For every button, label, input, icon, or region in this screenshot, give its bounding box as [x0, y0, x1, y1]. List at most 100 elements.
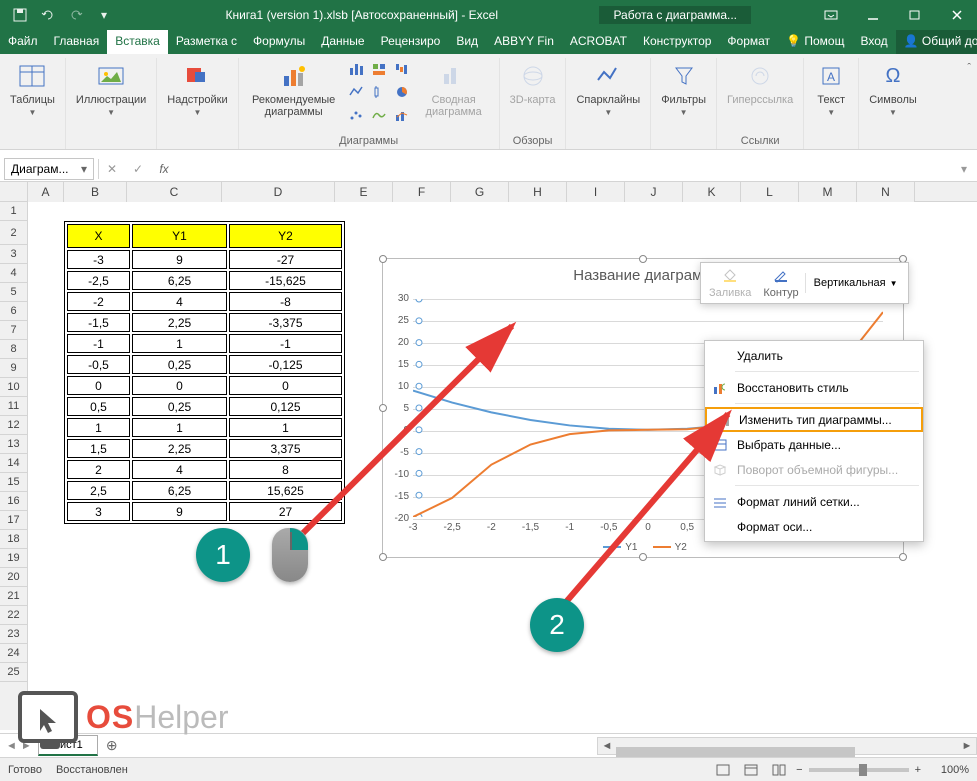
tab-format[interactable]: Формат — [719, 30, 778, 54]
table-cell[interactable]: -15,625 — [229, 271, 342, 290]
table-cell[interactable]: 0,25 — [132, 397, 227, 416]
sheet-prev-icon[interactable]: ◄ — [6, 740, 17, 752]
row-header[interactable]: 8 — [0, 340, 27, 359]
row-header[interactable]: 13 — [0, 435, 27, 454]
tab-home[interactable]: Главная — [46, 30, 108, 54]
table-cell[interactable]: 1,5 — [67, 439, 130, 458]
table-cell[interactable]: -8 — [229, 292, 342, 311]
row-header[interactable]: 15 — [0, 473, 27, 492]
row-header[interactable]: 14 — [0, 454, 27, 473]
table-cell[interactable]: -27 — [229, 250, 342, 269]
tab-review[interactable]: Рецензиро — [373, 30, 449, 54]
row-header[interactable]: 25 — [0, 663, 27, 682]
3d-map-button[interactable]: 3D-карта — [506, 58, 560, 108]
view-layout-icon[interactable] — [740, 761, 762, 779]
close-icon[interactable] — [937, 1, 977, 29]
pivot-chart-button[interactable]: Сводная диаграмма — [415, 58, 493, 120]
column-header[interactable]: G — [451, 182, 509, 202]
tab-insert[interactable]: Вставка — [107, 30, 168, 54]
formula-input[interactable] — [177, 158, 951, 180]
chart-pie-icon[interactable] — [391, 81, 413, 103]
accept-formula-icon[interactable]: ✓ — [125, 158, 151, 180]
column-header[interactable]: M — [799, 182, 857, 202]
chart-hierarchy-icon[interactable] — [368, 58, 390, 80]
chevron-down-icon[interactable]: ▾ — [81, 162, 87, 176]
chart-waterfall-icon[interactable] — [391, 58, 413, 80]
table-cell[interactable]: -1,5 — [67, 313, 130, 332]
tab-designer[interactable]: Конструктор — [635, 30, 719, 54]
row-header[interactable]: 4 — [0, 264, 27, 283]
addins-button[interactable]: Надстройки ▼ — [163, 58, 231, 119]
row-header[interactable]: 18 — [0, 530, 27, 549]
chart-surface-icon[interactable] — [368, 104, 390, 126]
column-header[interactable]: F — [393, 182, 451, 202]
tab-acrobat[interactable]: ACROBAT — [562, 30, 635, 54]
fx-icon[interactable]: fx — [151, 158, 177, 180]
table-cell[interactable]: 6,25 — [132, 271, 227, 290]
table-cell[interactable]: 1 — [67, 418, 130, 437]
collapse-ribbon-icon[interactable]: ˆ — [961, 58, 977, 149]
column-header[interactable]: A — [28, 182, 64, 202]
row-header[interactable]: 21 — [0, 587, 27, 606]
view-pagebreak-icon[interactable] — [768, 761, 790, 779]
row-header[interactable]: 10 — [0, 378, 27, 397]
column-header[interactable]: J — [625, 182, 683, 202]
tab-file[interactable]: Файл — [0, 30, 46, 54]
table-cell[interactable]: 2 — [67, 460, 130, 479]
chart-scatter-icon[interactable] — [345, 104, 367, 126]
save-icon[interactable] — [8, 3, 32, 27]
column-header[interactable]: C — [127, 182, 222, 202]
row-header[interactable]: 2 — [0, 221, 27, 245]
hyperlink-button[interactable]: Гиперссылка — [723, 58, 797, 108]
row-header[interactable]: 24 — [0, 644, 27, 663]
table-cell[interactable]: 2,25 — [132, 313, 227, 332]
expand-formula-icon[interactable]: ▾ — [951, 158, 977, 180]
ctx-delete[interactable]: Удалить — [705, 343, 923, 368]
zoom-slider[interactable] — [809, 768, 909, 772]
tab-abbyy[interactable]: ABBYY Fin — [486, 30, 562, 54]
table-cell[interactable]: 2,25 — [132, 439, 227, 458]
table-cell[interactable]: -0,5 — [67, 355, 130, 374]
chart-statistic-icon[interactable] — [368, 81, 390, 103]
zoom-out-icon[interactable]: − — [796, 764, 802, 776]
row-header[interactable]: 12 — [0, 416, 27, 435]
table-cell[interactable]: -1 — [67, 334, 130, 353]
row-header[interactable]: 23 — [0, 625, 27, 644]
name-box[interactable]: Диаграм... ▾ — [4, 158, 94, 180]
scroll-left-icon[interactable]: ◄ — [598, 740, 616, 752]
column-header[interactable]: N — [857, 182, 915, 202]
table-cell[interactable]: -3 — [67, 250, 130, 269]
cancel-formula-icon[interactable]: ✕ — [99, 158, 125, 180]
outline-button[interactable]: Контур — [757, 265, 804, 301]
table-cell[interactable]: 1 — [132, 418, 227, 437]
tab-formulas[interactable]: Формулы — [245, 30, 313, 54]
redo-icon[interactable] — [64, 3, 88, 27]
column-header[interactable]: L — [741, 182, 799, 202]
tab-data[interactable]: Данные — [313, 30, 372, 54]
zoom-value[interactable]: 100% — [927, 764, 969, 776]
table-cell[interactable]: 6,25 — [132, 481, 227, 500]
chart-line-icon[interactable] — [345, 81, 367, 103]
tab-login[interactable]: Вход — [852, 30, 895, 54]
table-cell[interactable]: 4 — [132, 292, 227, 311]
axis-type-dropdown[interactable]: Вертикальная ▼ — [805, 273, 906, 293]
select-all-corner[interactable] — [0, 182, 28, 201]
cells-area[interactable]: X Y1 Y2 -39-27-2,56,25-15,625-24-8-1,52,… — [28, 202, 977, 730]
chart-column-icon[interactable] — [345, 58, 367, 80]
table-cell[interactable]: 0 — [132, 376, 227, 395]
column-header[interactable]: D — [222, 182, 335, 202]
table-cell[interactable]: 4 — [132, 460, 227, 479]
filters-button[interactable]: Фильтры ▼ — [657, 58, 710, 119]
table-cell[interactable]: 0,5 — [67, 397, 130, 416]
column-header[interactable]: I — [567, 182, 625, 202]
minimize-icon[interactable] — [853, 1, 893, 29]
table-cell[interactable]: 2,5 — [67, 481, 130, 500]
maximize-icon[interactable] — [895, 1, 935, 29]
column-header[interactable]: K — [683, 182, 741, 202]
table-cell[interactable]: 0,25 — [132, 355, 227, 374]
table-cell[interactable]: 9 — [132, 250, 227, 269]
scroll-right-icon[interactable]: ► — [958, 740, 976, 752]
row-header[interactable]: 3 — [0, 245, 27, 264]
table-cell[interactable]: 9 — [132, 502, 227, 521]
tab-share[interactable]: 👤 Общий доступ — [896, 30, 977, 54]
